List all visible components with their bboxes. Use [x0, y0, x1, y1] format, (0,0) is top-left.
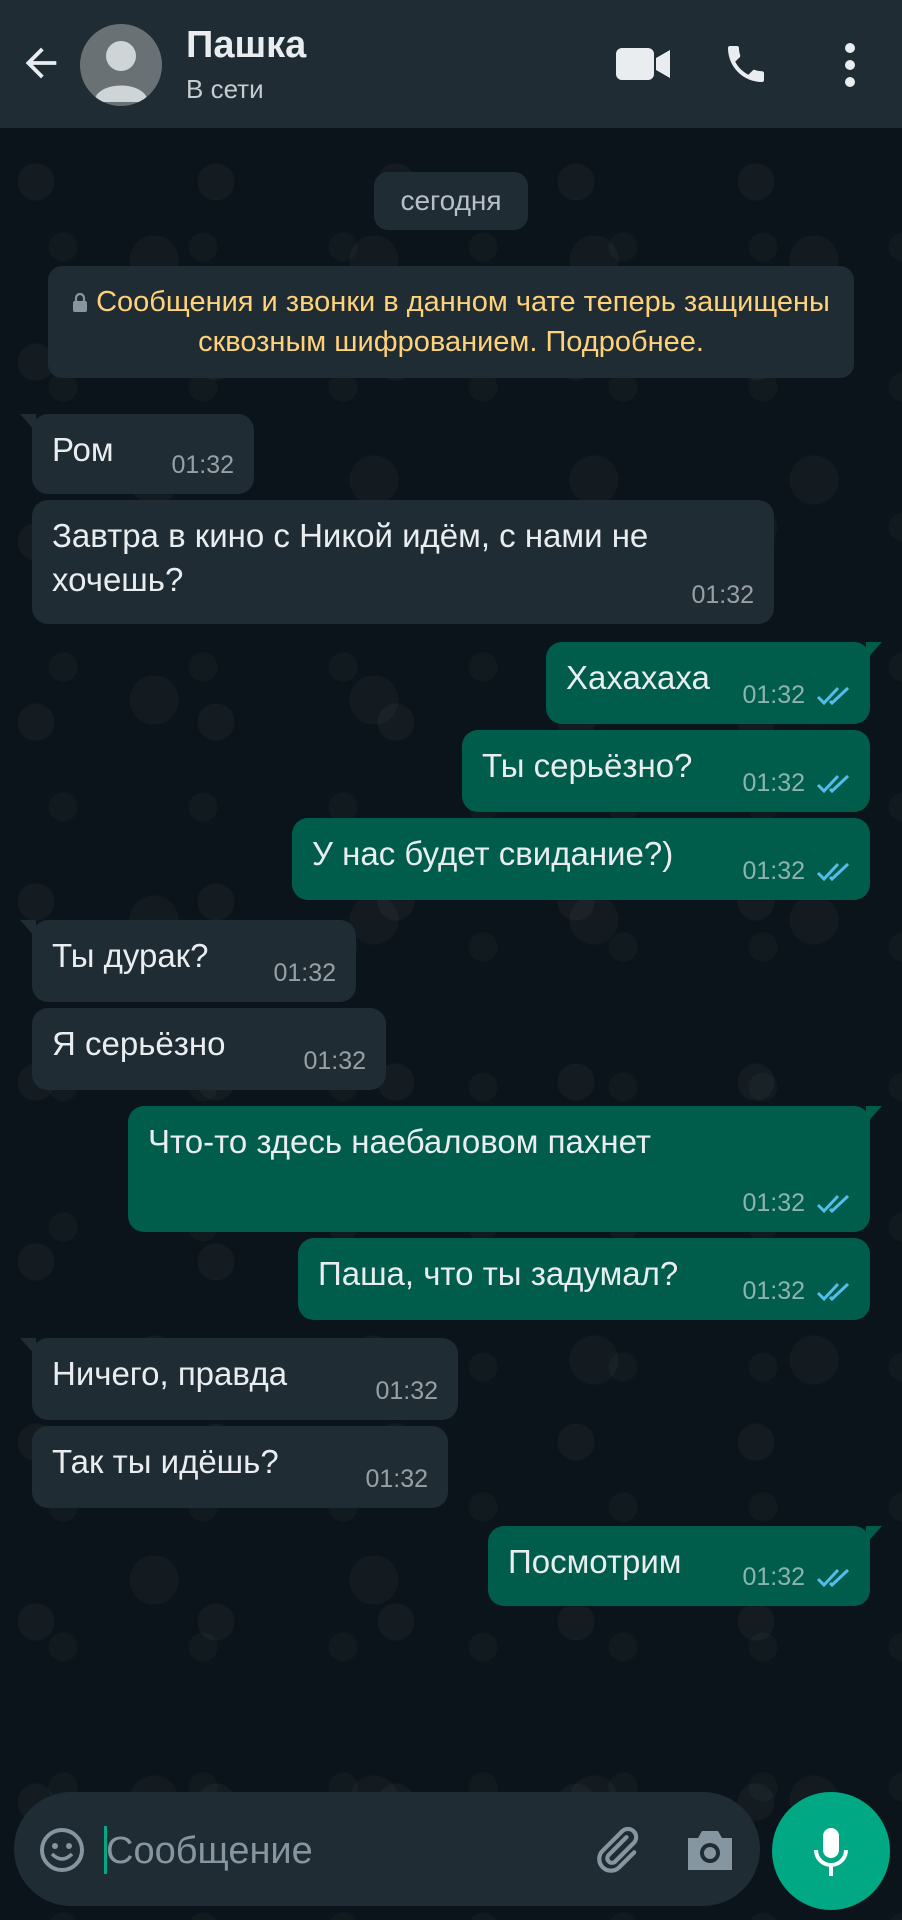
- encryption-notice[interactable]: Сообщения и звонки в данном чате теперь …: [48, 266, 854, 378]
- message-incoming[interactable]: Ты дурак? 01:32: [20, 920, 356, 1002]
- contact-name[interactable]: Пашка: [186, 24, 306, 67]
- message-incoming[interactable]: Ром 01:32: [20, 414, 254, 494]
- double-check-read-icon: [816, 774, 850, 794]
- contact-status: В сети: [186, 74, 264, 104]
- double-check-read-icon: [816, 1194, 850, 1214]
- message-time: 01:32: [691, 581, 754, 609]
- message-text: Хахахаха: [566, 659, 710, 696]
- default-avatar-icon: [94, 41, 148, 102]
- message-time: 01:32: [742, 681, 805, 709]
- message-input[interactable]: Сообщение: [106, 1830, 313, 1873]
- mic-button[interactable]: [772, 1792, 890, 1910]
- message-time: 01:32: [742, 769, 805, 797]
- lock-icon: [73, 293, 88, 312]
- message-time: 01:32: [171, 451, 234, 479]
- message-outgoing[interactable]: Хахахаха 01:32: [546, 642, 882, 724]
- message-time: 01:32: [742, 857, 805, 885]
- message-incoming[interactable]: Так ты идёшь? 01:32: [32, 1426, 448, 1508]
- chat-header: Пашка В сети: [0, 0, 902, 128]
- double-check-read-icon: [816, 686, 850, 706]
- video-call-icon[interactable]: [614, 46, 672, 82]
- double-check-read-icon: [816, 1568, 850, 1588]
- message-time: 01:32: [742, 1189, 805, 1217]
- camera-icon[interactable]: [684, 1826, 736, 1874]
- double-check-read-icon: [816, 862, 850, 882]
- encryption-notice-text: Сообщения и звонки в данном чате теперь …: [96, 286, 830, 358]
- emoji-icon[interactable]: [38, 1826, 86, 1874]
- date-chip: сегодня: [374, 172, 528, 230]
- message-outgoing[interactable]: Ты серьёзно? 01:32: [462, 730, 870, 812]
- back-arrow-icon[interactable]: [18, 40, 64, 86]
- message-time: 01:32: [365, 1465, 428, 1493]
- message-outgoing[interactable]: Что-то здесь наебаловом пахнет 01:32: [128, 1106, 882, 1232]
- message-outgoing[interactable]: Посмотрим 01:32: [488, 1526, 882, 1606]
- message-time: 01:32: [375, 1377, 438, 1405]
- phone-icon[interactable]: [722, 40, 770, 88]
- mic-icon: [814, 1828, 848, 1876]
- message-outgoing[interactable]: Паша, что ты задумал? 01:32: [298, 1238, 870, 1320]
- message-time: 01:32: [273, 959, 336, 987]
- message-text: Что-то здесь наебаловом пахнет: [148, 1123, 651, 1160]
- message-incoming[interactable]: Я серьёзно 01:32: [32, 1008, 386, 1090]
- more-vert-icon[interactable]: [840, 42, 860, 88]
- message-incoming[interactable]: Ничего, правда 01:32: [20, 1338, 458, 1420]
- message-text: Завтра в кино с Никой идём, с нами не хо…: [52, 517, 649, 598]
- message-time: 01:32: [742, 1277, 805, 1305]
- attach-icon[interactable]: [588, 1822, 644, 1878]
- message-time: 01:32: [303, 1047, 366, 1075]
- message-outgoing[interactable]: У нас будет свидание?) 01:32: [292, 818, 870, 900]
- message-time: 01:32: [742, 1563, 805, 1591]
- message-incoming[interactable]: Завтра в кино с Никой идём, с нами не хо…: [32, 500, 774, 624]
- double-check-read-icon: [816, 1282, 850, 1302]
- avatar[interactable]: [80, 24, 162, 106]
